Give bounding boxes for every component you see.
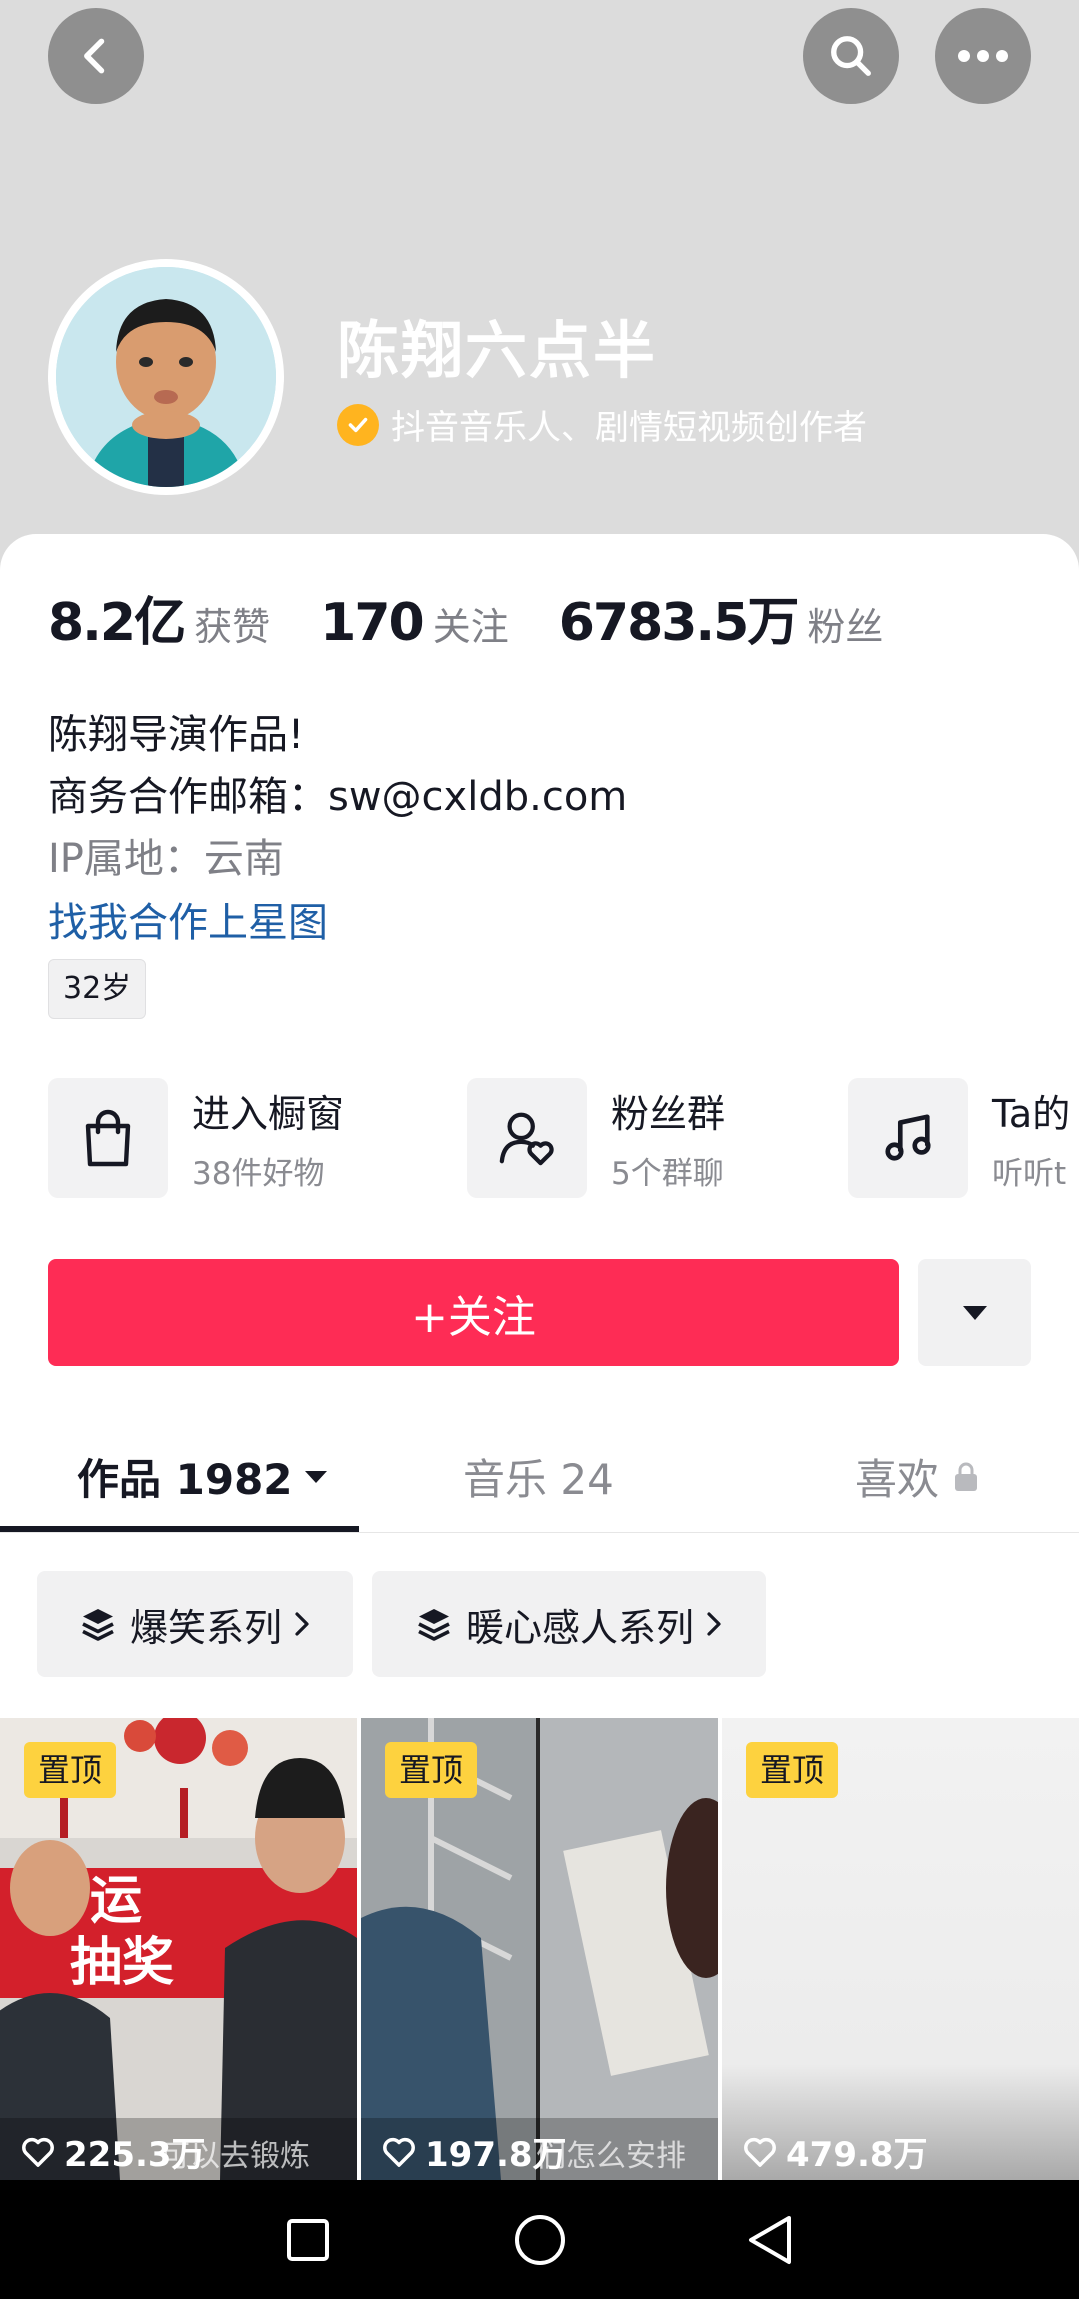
tab-likes[interactable]: 喜欢 — [855, 1446, 979, 1507]
shop-window-entry[interactable]: 进入橱窗 38件好物 — [48, 1078, 344, 1198]
tab-likes-label: 喜欢 — [855, 1455, 940, 1504]
video-banner-text-1: 运 — [90, 1871, 142, 1931]
more-button[interactable] — [935, 8, 1031, 104]
avatar-image — [56, 267, 276, 487]
pinned-badge: 置顶 — [746, 1742, 839, 1798]
pinned-badge: 置顶 — [385, 1742, 478, 1798]
back-button[interactable] — [48, 8, 144, 104]
follow-button[interactable]: +关注 — [48, 1259, 899, 1366]
video-thumbnail-2[interactable]: 们怎么安排 置顶 197.8万 — [361, 1718, 718, 2180]
system-navigation-bar — [0, 2180, 1079, 2299]
tab-works-label: 作品 1982 — [77, 1455, 293, 1504]
ip-location: IP属地：云南 — [48, 836, 284, 882]
followers-count[interactable]: 6783.5万 — [559, 580, 800, 655]
chevron-right-icon — [295, 1612, 309, 1636]
home-button[interactable] — [480, 2180, 600, 2299]
search-button[interactable] — [803, 8, 899, 104]
video-thumbnail-3[interactable]: 置顶 479.8万 — [722, 1718, 1079, 2180]
shopping-bag-icon — [48, 1078, 168, 1198]
user-heart-icon — [467, 1078, 587, 1198]
verified-badge-icon — [337, 403, 379, 446]
layers-icon — [82, 1609, 114, 1641]
caret-down-icon — [304, 1470, 327, 1483]
circle-icon — [515, 2214, 565, 2265]
fan-group-subtitle: 5个群聊 — [611, 1156, 724, 1192]
music-entry-subtitle: 听听t — [992, 1156, 1067, 1192]
heart-icon — [22, 2137, 54, 2167]
fan-group-entry[interactable]: 粉丝群 5个群聊 — [467, 1078, 725, 1198]
tab-music[interactable]: 音乐 24 — [463, 1446, 614, 1507]
likes-label: 获赞 — [194, 605, 271, 649]
bio-line-1: 陈翔导演作品! — [48, 712, 305, 758]
video-banner-text-2: 抽奖 — [70, 1933, 174, 1993]
music-entry-title: Ta的 — [992, 1092, 1071, 1136]
following-label: 关注 — [432, 605, 509, 649]
video-likes-count: 225.3万 — [64, 2135, 206, 2175]
video-likes-count: 197.8万 — [425, 2135, 567, 2175]
shop-window-title: 进入橱窗 — [192, 1092, 345, 1136]
age-tag: 32岁 — [48, 959, 147, 1019]
recommend-dropdown-button[interactable] — [918, 1259, 1031, 1366]
bio-email: 商务合作邮箱：sw@cxldb.com — [48, 774, 628, 820]
profile-name: 陈翔六点半 — [337, 314, 658, 387]
stats-row: 8.2亿 获赞 170 关注 6783.5万 粉丝 — [48, 580, 933, 655]
avatar[interactable] — [48, 259, 284, 495]
more-dots-icon — [958, 50, 1008, 62]
following-count[interactable]: 170 — [320, 593, 425, 653]
heart-icon — [383, 2137, 415, 2167]
chevron-right-icon — [707, 1612, 721, 1636]
lock-icon — [955, 1462, 978, 1491]
fan-group-title: 粉丝群 — [611, 1092, 726, 1136]
back-nav-button[interactable] — [710, 2180, 830, 2299]
tab-music-label: 音乐 24 — [463, 1455, 614, 1504]
recent-apps-button[interactable] — [248, 2180, 368, 2299]
search-icon — [831, 36, 871, 76]
caret-down-icon — [962, 1305, 987, 1320]
tab-works[interactable]: 作品 1982 — [77, 1446, 329, 1507]
video-likes: 479.8万 — [742, 2127, 928, 2176]
square-icon — [287, 2218, 329, 2261]
video-likes: 225.3万 — [20, 2127, 206, 2176]
collection-funny-series[interactable]: 爆笑系列 — [37, 1571, 353, 1677]
collection-touching-series[interactable]: 暖心感人系列 — [372, 1571, 766, 1677]
video-likes-count: 479.8万 — [786, 2135, 928, 2175]
triangle-back-icon — [749, 2215, 791, 2264]
verification-row: 抖音音乐人、剧情短视频创作者 — [337, 400, 867, 449]
heart-icon — [744, 2137, 776, 2167]
shop-window-subtitle: 38件好物 — [192, 1156, 325, 1192]
music-note-icon — [848, 1078, 968, 1198]
collection-touching-label: 暖心感人系列 — [465, 1605, 694, 1650]
chevron-left-icon — [84, 38, 105, 74]
video-likes: 197.8万 — [381, 2127, 567, 2176]
followers-label: 粉丝 — [807, 605, 884, 649]
pinned-badge: 置顶 — [24, 1742, 117, 1798]
cooperation-link[interactable]: 找我合作上星图 — [48, 890, 328, 948]
collection-funny-label: 爆笑系列 — [129, 1605, 282, 1650]
tabs-divider — [0, 1532, 1079, 1533]
music-entry[interactable]: Ta的 听听t — [848, 1078, 1070, 1198]
video-thumbnail-1[interactable]: 运 抽奖 可以去锻炼 置顶 225.3万 — [0, 1718, 357, 2180]
likes-count[interactable]: 8.2亿 — [48, 580, 186, 655]
layers-icon — [418, 1609, 450, 1641]
verification-text: 抖音音乐人、剧情短视频创作者 — [391, 408, 867, 448]
